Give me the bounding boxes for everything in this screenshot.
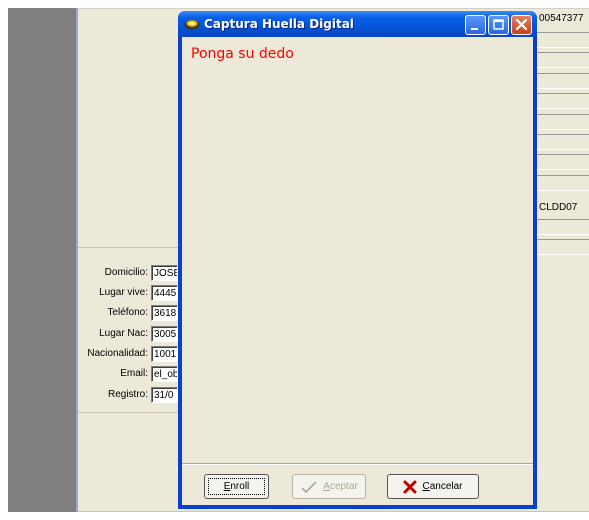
minimize-button[interactable] bbox=[465, 15, 486, 35]
fingerprint-capture-dialog: Captura Huella Digital Ponga su dedo Enr… bbox=[178, 11, 537, 509]
field-label: Nacionalidad: bbox=[87, 348, 148, 359]
field-label: Domicilio: bbox=[104, 267, 148, 278]
maximize-button[interactable] bbox=[488, 15, 509, 35]
field-input[interactable]: JOSE bbox=[151, 265, 178, 281]
right-field[interactable] bbox=[537, 175, 589, 191]
checkmark-icon bbox=[301, 480, 317, 493]
field-label-container: Teléfono: bbox=[78, 305, 148, 321]
screen: Domicilio: JOSE Lugar vive: 4445 Teléfon… bbox=[0, 0, 589, 520]
right-field[interactable] bbox=[537, 73, 589, 89]
field-label: Lugar Nac: bbox=[99, 328, 148, 339]
right-field-value: CLDD07 bbox=[539, 202, 578, 213]
field-label-container: Registro: bbox=[78, 387, 148, 403]
right-field[interactable] bbox=[537, 134, 589, 150]
instruction-text: Ponga su dedo bbox=[191, 46, 294, 62]
right-field[interactable] bbox=[537, 52, 589, 68]
field-label-container: Lugar Nac: bbox=[78, 326, 148, 342]
right-field[interactable] bbox=[537, 32, 589, 48]
field-label: Email: bbox=[120, 368, 148, 379]
dialog-client-area: Ponga su dedo Enroll Aceptar Cancelar bbox=[182, 37, 533, 505]
field-input[interactable]: 3618 bbox=[151, 305, 178, 321]
right-field-value: 00547377 bbox=[539, 13, 584, 24]
button-bar-divider bbox=[182, 463, 533, 465]
left-panel bbox=[8, 8, 78, 512]
field-label-container: Email: bbox=[78, 366, 148, 382]
accept-button-label: Aceptar bbox=[323, 481, 358, 492]
field-input[interactable]: 1001 bbox=[151, 346, 178, 362]
accept-button[interactable]: Aceptar bbox=[292, 474, 366, 499]
field-label: Teléfono: bbox=[107, 307, 148, 318]
field-label-container: Nacionalidad: bbox=[78, 346, 148, 362]
field-input[interactable]: 3005 bbox=[151, 326, 178, 342]
minimize-icon bbox=[471, 28, 478, 30]
field-input[interactable]: el_ob bbox=[151, 366, 178, 382]
enroll-button[interactable]: Enroll bbox=[204, 474, 269, 499]
right-field[interactable] bbox=[537, 239, 589, 255]
field-input[interactable]: 4445 bbox=[151, 285, 178, 301]
field-label: Registro: bbox=[107, 389, 148, 400]
close-icon bbox=[515, 18, 528, 31]
divider bbox=[78, 511, 589, 512]
cancel-button[interactable]: Cancelar bbox=[387, 474, 479, 499]
focus-rectangle bbox=[208, 478, 265, 495]
close-button[interactable] bbox=[511, 15, 532, 35]
right-field[interactable] bbox=[537, 93, 589, 109]
cancel-button-label: Cancelar bbox=[422, 481, 463, 492]
field-input[interactable]: 31/0 bbox=[151, 387, 178, 403]
right-field[interactable] bbox=[537, 114, 589, 130]
maximize-icon bbox=[493, 19, 504, 30]
field-label: Lugar vive: bbox=[99, 287, 148, 298]
divider bbox=[78, 412, 178, 413]
divider bbox=[78, 8, 589, 9]
fingerprint-reader-icon bbox=[184, 20, 200, 30]
x-icon bbox=[403, 480, 417, 493]
dialog-title: Captura Huella Digital bbox=[204, 17, 354, 31]
field-label-container: Domicilio: bbox=[78, 265, 148, 281]
right-field[interactable] bbox=[537, 154, 589, 170]
field-label-container: Lugar vive: bbox=[78, 285, 148, 301]
right-field[interactable] bbox=[537, 219, 589, 235]
dialog-title-bar[interactable]: Captura Huella Digital bbox=[178, 11, 537, 37]
